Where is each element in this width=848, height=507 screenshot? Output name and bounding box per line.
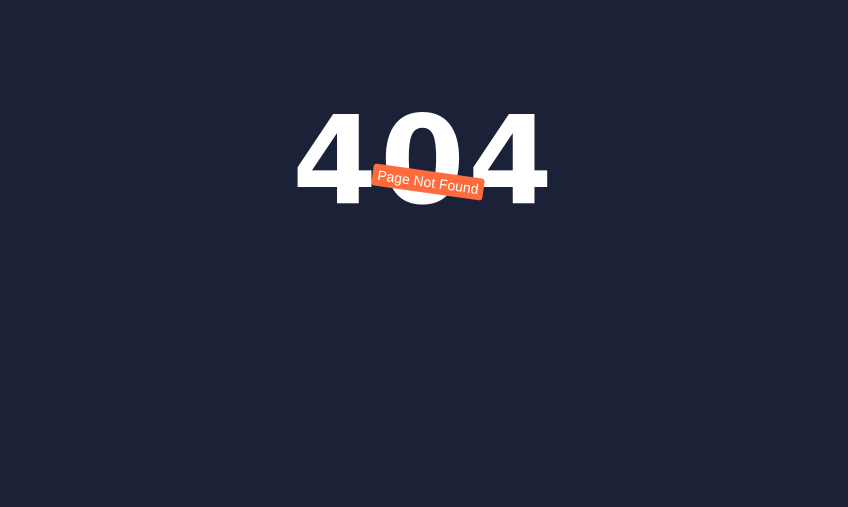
error-code: 404: [292, 90, 556, 232]
not-found-page: 404 Page Not Found: [0, 0, 848, 507]
error-block: 404 Page Not Found: [0, 96, 848, 226]
